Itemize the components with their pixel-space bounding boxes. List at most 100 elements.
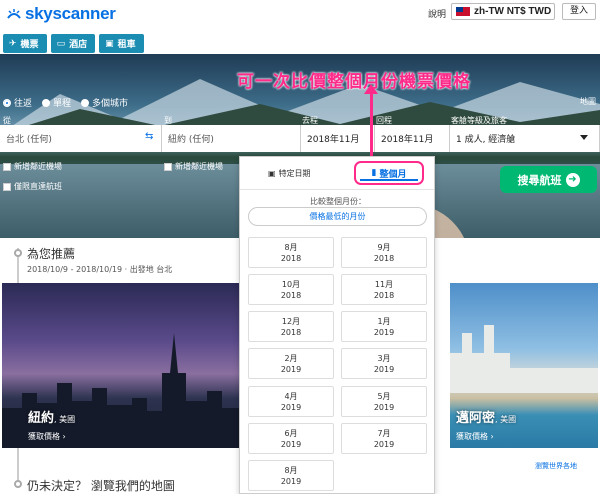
month-option[interactable]: 4月 2019 <box>248 386 334 417</box>
month-option[interactable]: 12月 2018 <box>248 311 334 342</box>
checkbox-label: 新增鄰近機場 <box>175 162 223 171</box>
month-label: 2月 <box>284 354 298 363</box>
cheapest-month-button[interactable]: 價格最低的月份 <box>248 207 427 226</box>
month-option[interactable]: 8月 2018 <box>248 237 334 268</box>
sunrise-logo-icon <box>7 9 21 19</box>
year-label: 2019 <box>280 440 302 449</box>
radio[interactable] <box>81 98 90 107</box>
month-option[interactable]: 9月 2018 <box>341 237 427 268</box>
recommend-title: 為您推薦 <box>27 247 76 261</box>
to-field[interactable]: 紐約 (任何) <box>162 125 301 152</box>
chevron-right-icon: › <box>490 432 494 441</box>
year-label: 2019 <box>373 365 395 374</box>
year-label: 2019 <box>280 477 302 486</box>
login-button[interactable]: 登入 <box>562 3 596 20</box>
year-label: 2019 <box>373 440 395 449</box>
year-label: 2018 <box>280 328 302 337</box>
month-label: 12月 <box>281 317 301 326</box>
month-label: 10月 <box>281 280 301 289</box>
direct-only-checkbox[interactable]: 僅限直達航班 <box>3 181 62 192</box>
month-option[interactable]: 5月 2019 <box>341 386 427 417</box>
trip-type-label: 多個城市 <box>92 99 129 109</box>
search-flights-button[interactable]: 搜尋航班 ➜ <box>500 166 597 193</box>
month-label: 9月 <box>377 243 391 252</box>
month-option[interactable]: 2月 2019 <box>248 348 334 379</box>
timeline-dot <box>14 249 22 257</box>
destination-card-nyc[interactable]: 紐約, 美國 獲取價格 › <box>2 283 246 448</box>
help-link[interactable]: 說明 <box>428 7 446 20</box>
month-option[interactable]: 7月 2019 <box>341 423 427 454</box>
month-picker-dropdown: ▣ 特定日期 ▮ 整個月 比較整個月份： 價格最低的月份 8月 2018 9月 20… <box>239 156 435 494</box>
bed-icon: ▭ <box>56 38 66 49</box>
chevron-down-icon[interactable] <box>580 135 588 140</box>
nearby-to-checkbox[interactable]: 新增鄰近機場 <box>164 161 223 172</box>
year-label: 2018 <box>280 291 302 300</box>
card-cta-label: 獲取價格 <box>28 432 60 441</box>
undecided-heading: 仍未決定？ 瀏覽我們的地圖 <box>27 479 175 493</box>
card-country: 美國 <box>59 415 76 424</box>
locale-selector[interactable]: zh-TW NT$ TWD <box>451 3 555 20</box>
tab-whole-month[interactable]: ▮ 整個月 <box>354 161 424 185</box>
tab-hotels[interactable]: ▭ 酒店 <box>50 34 96 53</box>
tab-label: 特定日期 <box>278 169 311 178</box>
world-map-link[interactable]: 瀏覽世界各地 <box>535 461 577 471</box>
swap-icon[interactable]: ⇆ <box>145 131 153 142</box>
month-option[interactable]: 3月 2019 <box>341 348 427 379</box>
year-label: 2019 <box>280 403 302 412</box>
checkbox[interactable] <box>3 162 11 171</box>
radio[interactable] <box>42 98 51 107</box>
month-option[interactable]: 6月 2019 <box>248 423 334 454</box>
tab-label: 酒店 <box>69 40 88 50</box>
destination-card-miami[interactable]: 邁阿密, 美國 獲取價格 › <box>450 283 598 448</box>
compare-months-label: 比較整個月份： <box>310 197 366 206</box>
month-label: 7月 <box>377 429 391 438</box>
locale-label: zh-TW NT$ TWD <box>474 6 552 17</box>
bar-chart-icon: ▮ <box>371 168 377 178</box>
plane-icon: ✈ <box>9 38 17 49</box>
tab-specific-date[interactable]: ▣ 特定日期 <box>268 168 311 179</box>
car-icon: ▣ <box>105 38 114 49</box>
month-label: 6月 <box>284 429 298 438</box>
month-label: 4月 <box>284 392 298 401</box>
trip-multicity[interactable]: 多個城市 <box>81 96 128 109</box>
skyscanner-logo[interactable]: skyscanner <box>6 4 116 24</box>
card-price-link[interactable]: 獲取價格 › <box>28 431 66 442</box>
card-city: 紐約 <box>28 411 55 426</box>
card-city-label: 紐約, 美國 <box>28 411 76 426</box>
calendar-icon: ▣ <box>268 169 276 178</box>
card-city: 邁阿密 <box>456 411 496 426</box>
year-label: 2018 <box>373 254 395 263</box>
city-skyline-image <box>2 333 246 448</box>
month-option[interactable]: 10月 2018 <box>248 274 334 305</box>
tab-flights[interactable]: ✈ 機票 <box>3 34 47 53</box>
month-option[interactable]: 11月 2018 <box>341 274 427 305</box>
card-city-label: 邁阿密, 美國 <box>456 411 517 426</box>
date-mode-tabs: ▣ 特定日期 ▮ 整個月 <box>240 157 434 190</box>
chevron-right-icon: › <box>62 432 66 441</box>
trip-roundtrip[interactable]: 往返 <box>3 96 32 109</box>
annotation-banner: 可一次比價整個月份機票價格 <box>237 72 471 92</box>
checkbox-label: 新增鄰近機場 <box>14 162 62 171</box>
year-label: 2019 <box>280 365 302 374</box>
month-label: 3月 <box>377 354 391 363</box>
logo-text: skyscanner <box>25 4 116 23</box>
map-link[interactable]: 地圖 <box>580 96 596 107</box>
checkbox[interactable] <box>164 162 172 171</box>
from-field[interactable]: 台北 (任何) <box>0 125 162 152</box>
tab-label: 租車 <box>117 40 136 50</box>
trip-type-label: 往返 <box>14 99 33 109</box>
radio-selected[interactable] <box>3 98 11 107</box>
pax-field[interactable]: 1 成人, 經濟艙 <box>450 125 600 152</box>
month-option[interactable]: 1月 2019 <box>341 311 427 342</box>
annotation-arrow-line <box>370 92 373 160</box>
trip-type-label: 單程 <box>53 99 72 109</box>
month-label: 8月 <box>284 466 298 475</box>
card-price-link[interactable]: 獲取價格 › <box>456 431 494 442</box>
checkbox[interactable] <box>3 182 11 191</box>
return-field[interactable]: 2018年11月 <box>375 125 450 152</box>
trip-oneway[interactable]: 單程 <box>42 96 71 109</box>
month-option[interactable]: 8月 2019 <box>248 460 334 491</box>
nearby-from-checkbox[interactable]: 新增鄰近機場 <box>3 161 62 172</box>
depart-field[interactable]: 2018年11月 <box>301 125 375 152</box>
tab-cars[interactable]: ▣ 租車 <box>99 34 144 53</box>
